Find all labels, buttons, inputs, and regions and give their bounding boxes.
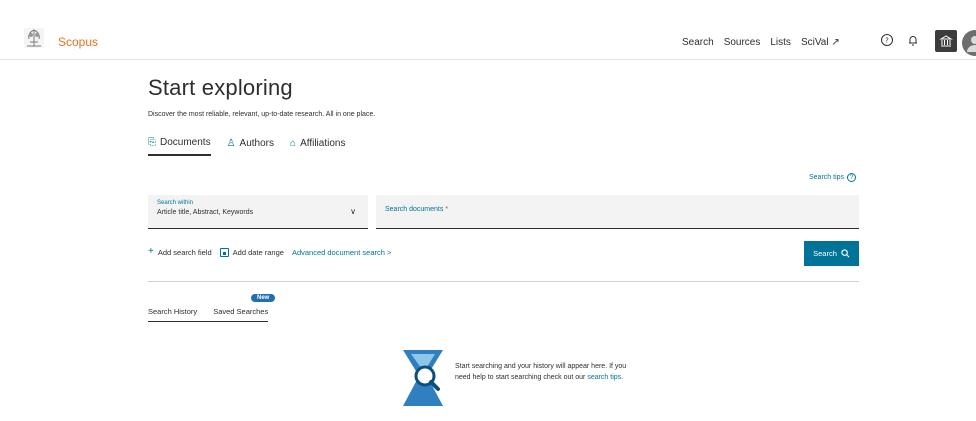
search-actions: + Add search field Add date range Advanc…	[148, 247, 391, 257]
help-icon[interactable]: ?	[880, 33, 894, 47]
tab-documents[interactable]: ⎘ Documents	[148, 137, 211, 156]
tab-documents-label: Documents	[160, 137, 211, 148]
search-history-illustration	[403, 350, 443, 406]
add-search-field-button[interactable]: + Add search field	[148, 247, 212, 257]
advanced-search-link[interactable]: Advanced document search >	[292, 248, 391, 257]
person-icon: ♙	[226, 138, 236, 149]
user-icon	[967, 36, 976, 52]
tab-saved-searches[interactable]: Saved Searches	[213, 307, 268, 321]
search-documents-label: Search documents	[385, 206, 444, 213]
section-divider	[148, 281, 859, 282]
document-icon: ⎘	[148, 137, 156, 148]
search-icon	[841, 249, 850, 258]
new-badge: New	[251, 294, 276, 302]
add-search-field-label: Add search field	[157, 247, 212, 257]
elsevier-logo-icon	[24, 28, 44, 48]
search-button[interactable]: Search	[804, 241, 859, 266]
tab-affiliations-label: Affiliations	[300, 138, 346, 149]
search-tips-inline-link[interactable]: search tips	[587, 374, 621, 381]
search-within-select[interactable]: Search within Article title, Abstract, K…	[148, 195, 368, 229]
search-tips-link[interactable]: Search tips ?	[809, 173, 857, 182]
page-title: Start exploring	[148, 75, 293, 100]
institution-icon	[939, 35, 953, 47]
building-icon: ⌂	[290, 138, 297, 149]
bell-icon[interactable]	[906, 33, 920, 47]
search-tips-label: Search tips	[809, 174, 845, 181]
nav-sources[interactable]: Sources	[724, 37, 761, 48]
calendar-icon	[219, 247, 229, 257]
empty-history-message: Start searching and your history will ap…	[455, 361, 630, 383]
nav-lists[interactable]: Lists	[770, 37, 791, 48]
add-date-range-button[interactable]: Add date range	[219, 247, 284, 257]
top-bar: Scopus Search Sources Lists SciVal ↗ ?	[0, 0, 976, 60]
search-documents-input[interactable]: Search documents *	[376, 195, 859, 229]
advanced-search-label: Advanced document search >	[291, 247, 392, 257]
search-within-label: Search within	[157, 200, 194, 206]
svg-text:?: ?	[885, 37, 889, 45]
avatar[interactable]	[962, 30, 976, 56]
history-tabs: Search History Saved Searches	[148, 307, 269, 322]
search-button-label: Search	[813, 249, 837, 258]
search-within-value: Article title, Abstract, Keywords	[157, 209, 254, 216]
scopus-brand[interactable]: Scopus	[58, 35, 98, 49]
top-nav: Search Sources Lists SciVal ↗	[682, 37, 840, 48]
page-subtitle: Discover the most reliable, relevant, up…	[148, 111, 376, 118]
help-circle-icon: ?	[847, 173, 857, 182]
nav-scival[interactable]: SciVal ↗	[801, 37, 840, 48]
add-date-range-label: Add date range	[232, 247, 284, 257]
tab-search-history[interactable]: Search History	[148, 307, 213, 321]
search-type-tabs: ⎘ Documents ♙ Authors ⌂ Affiliations	[148, 137, 345, 156]
required-mark: *	[445, 206, 449, 213]
tab-authors-label: Authors	[239, 138, 275, 149]
nav-search[interactable]: Search	[682, 37, 714, 48]
plus-icon: +	[148, 246, 154, 257]
tab-affiliations[interactable]: ⌂ Affiliations	[290, 137, 345, 156]
institution-button[interactable]	[935, 30, 957, 52]
empty-history-end: .	[621, 374, 624, 381]
chevron-down-icon: ∨	[350, 207, 356, 216]
tab-authors[interactable]: ♙ Authors	[227, 137, 274, 156]
